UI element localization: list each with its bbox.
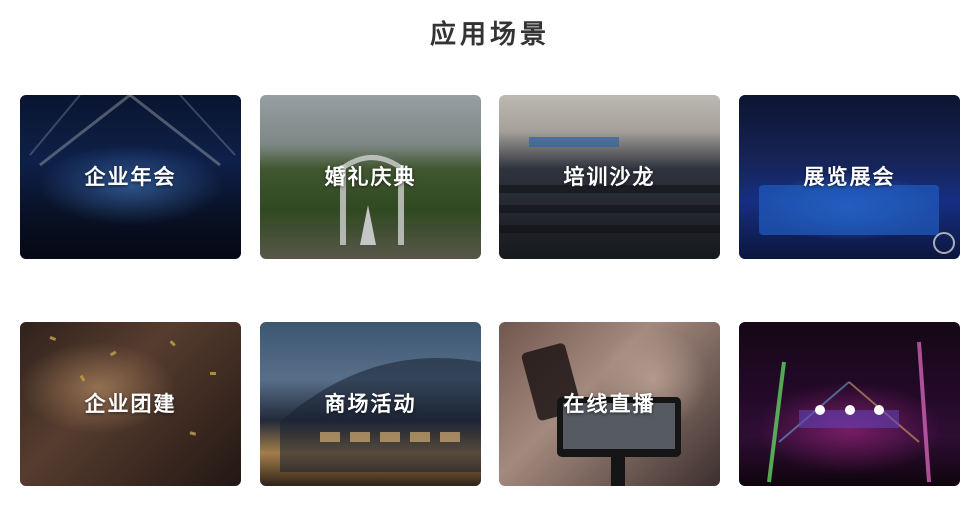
scene-label: 在线直播 bbox=[563, 392, 656, 416]
carousel-dot[interactable] bbox=[844, 405, 855, 415]
scene-card-live-stream[interactable]: 在线直播 bbox=[499, 322, 720, 486]
scene-card-annual-meeting[interactable]: 企业年会 bbox=[20, 95, 241, 259]
scene-card-training[interactable]: 培训沙龙 bbox=[499, 95, 720, 259]
scene-card-wedding[interactable]: 婚礼庆典 bbox=[260, 95, 481, 259]
carousel-dot[interactable] bbox=[815, 405, 826, 415]
scene-card-team-building[interactable]: 企业团建 bbox=[20, 322, 241, 486]
carousel-dots bbox=[739, 400, 960, 419]
scene-label: 婚礼庆典 bbox=[324, 165, 417, 189]
scene-label: 企业年会 bbox=[84, 165, 177, 189]
scene-label: 培训沙龙 bbox=[563, 165, 656, 189]
scene-card-exhibition[interactable]: 展览展会 bbox=[739, 95, 960, 259]
scene-label: 展览展会 bbox=[803, 165, 896, 189]
page-title: 应用场景 bbox=[429, 20, 550, 50]
scene-card-concert[interactable] bbox=[739, 322, 960, 486]
scene-label: 商场活动 bbox=[324, 392, 417, 416]
scene-card-mall-event[interactable]: 商场活动 bbox=[260, 322, 481, 486]
scene-label: 企业团建 bbox=[84, 392, 177, 416]
carousel-dot[interactable] bbox=[873, 405, 884, 415]
